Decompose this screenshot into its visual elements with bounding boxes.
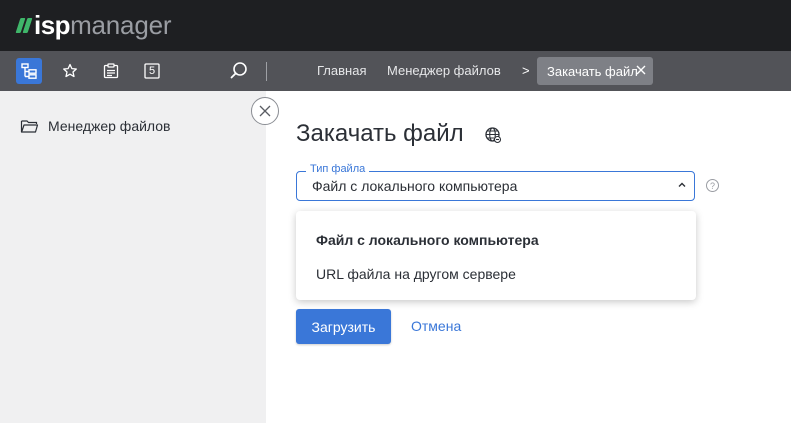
chevron-up-icon bbox=[678, 182, 686, 187]
toolbar: 5 Главная Менеджер файлов > Закачать фай… bbox=[0, 51, 791, 91]
breadcrumb-file-manager[interactable]: Менеджер файлов bbox=[387, 63, 501, 79]
close-icon bbox=[259, 105, 271, 117]
logo-mark-icon bbox=[15, 17, 33, 33]
breadcrumb-home[interactable]: Главная bbox=[317, 63, 366, 79]
file-type-dropdown: Файл с локального компьютера URL файла н… bbox=[296, 211, 696, 300]
tree-view-button[interactable] bbox=[16, 58, 42, 84]
isp-manager-logo[interactable]: isp manager bbox=[15, 8, 172, 42]
toolbar-divider bbox=[266, 62, 267, 81]
logo-isp-text: isp bbox=[34, 9, 71, 40]
close-panel-button[interactable] bbox=[251, 97, 279, 125]
counter-button[interactable]: 5 bbox=[139, 58, 165, 84]
clipboard-icon bbox=[103, 63, 119, 79]
breadcrumb-active-label: Закачать файл bbox=[547, 64, 638, 79]
search-icon bbox=[230, 62, 247, 79]
file-type-legend: Тип файла bbox=[306, 163, 370, 175]
breadcrumb-active-tab[interactable]: Закачать файл bbox=[537, 57, 653, 85]
sidebar-item-file-manager[interactable]: Менеджер файлов bbox=[20, 118, 171, 134]
cancel-button[interactable]: Отмена bbox=[411, 318, 461, 334]
logo-manager-text: manager bbox=[70, 9, 172, 40]
folder-icon bbox=[20, 120, 39, 133]
sidebar-item-label: Менеджер файлов bbox=[48, 118, 171, 134]
tree-icon bbox=[21, 63, 37, 79]
tasks-button[interactable] bbox=[98, 58, 124, 84]
search-button[interactable] bbox=[226, 58, 252, 84]
star-icon bbox=[63, 63, 77, 78]
top-bar: isp manager bbox=[0, 0, 791, 51]
counter-label: 5 bbox=[148, 65, 156, 77]
help-icon[interactable]: ? bbox=[706, 179, 719, 192]
option-url-file[interactable]: URL файла на другом сервере bbox=[316, 266, 516, 282]
breadcrumb-separator: > bbox=[522, 63, 530, 78]
globe-icon[interactable] bbox=[484, 126, 502, 144]
upload-button[interactable]: Загрузить bbox=[296, 309, 391, 344]
page-title: Закачать файл bbox=[296, 120, 464, 147]
file-type-value: Файл с локального компьютера bbox=[312, 178, 518, 194]
close-tab-icon[interactable] bbox=[634, 63, 648, 77]
favorites-button[interactable] bbox=[57, 58, 83, 84]
option-local-file[interactable]: Файл с локального компьютера bbox=[316, 232, 539, 248]
sidebar: Менеджер файлов bbox=[0, 91, 266, 423]
